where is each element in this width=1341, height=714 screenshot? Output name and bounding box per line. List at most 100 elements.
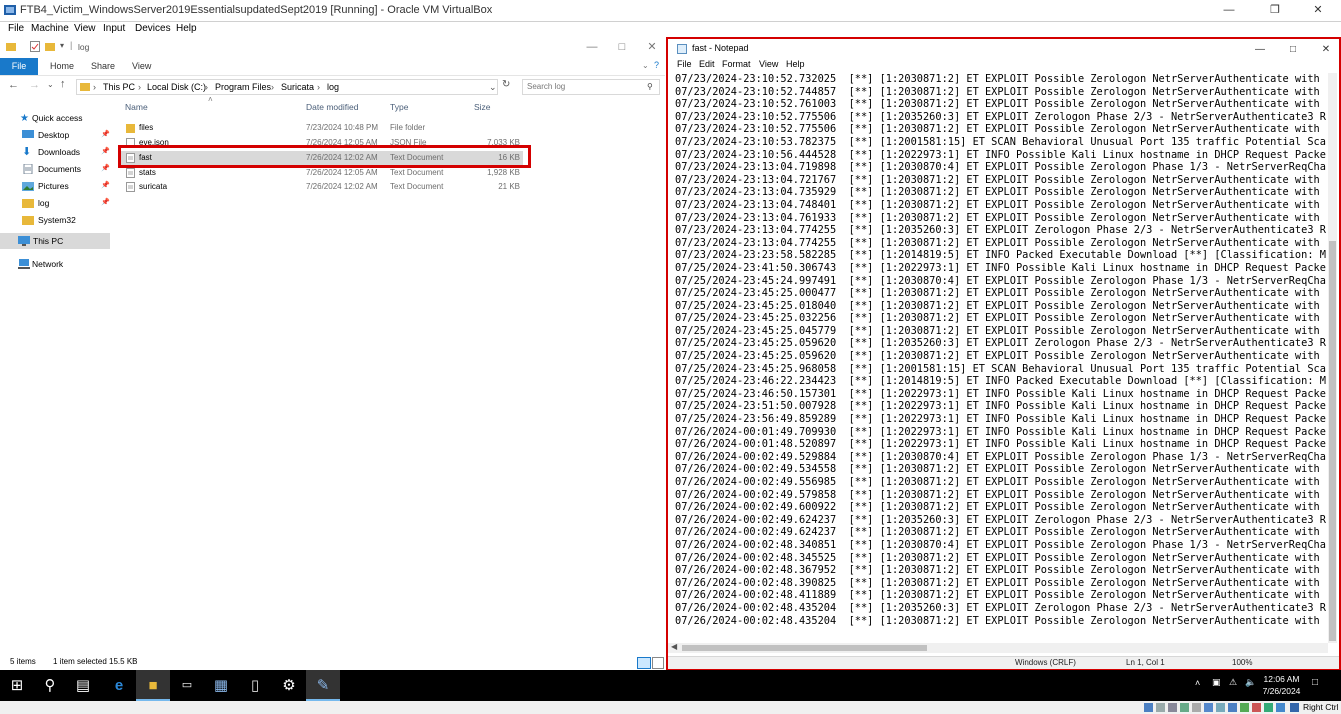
tray-overflow-icon[interactable]: ˄ <box>1195 678 1200 688</box>
display-indicator-icon[interactable] <box>1216 703 1225 712</box>
notepad-menu-format[interactable]: Format <box>722 59 751 69</box>
log-line: 07/25/2024-23:46:50.157301 [**] [1:20229… <box>675 387 1326 400</box>
vbox-close-button[interactable]: ✕ <box>1295 0 1341 21</box>
pictures-icon <box>22 182 34 191</box>
ribbon-tab-share[interactable]: Share <box>91 61 115 71</box>
network-indicator-icon[interactable] <box>1180 703 1189 712</box>
file-row[interactable]: suricata 7/26/2024 12:02 AM Text Documen… <box>118 180 523 194</box>
column-header-size[interactable]: Size <box>474 102 491 112</box>
log-line: 07/26/2024-00:02:48.345525 [**] [1:20308… <box>675 551 1326 564</box>
optical-drive-indicator-icon[interactable] <box>1156 703 1165 712</box>
vbox-menu-file[interactable]: File <box>8 23 24 34</box>
nav-item-documents[interactable]: Documents 📌 <box>8 161 111 177</box>
notepad-taskbar-icon-1[interactable]: ▯ <box>238 670 272 701</box>
breadcrumb-log[interactable]: log <box>327 80 339 94</box>
notification-icon[interactable]: □ <box>1312 677 1318 688</box>
forward-arrow-icon[interactable]: → <box>29 79 40 91</box>
mouse-integration-indicator-icon[interactable] <box>1252 703 1261 712</box>
keyboard-indicator-icon[interactable] <box>1276 703 1285 712</box>
clock[interactable]: 12:06 AM 7/26/2024 <box>1259 673 1304 697</box>
scroll-left-icon[interactable]: ◀ <box>671 642 677 651</box>
nav-quick-access[interactable]: ★ Quick access <box>8 110 111 126</box>
notepad-menu-help[interactable]: Help <box>786 59 805 69</box>
search-input[interactable]: Search log ⚲ <box>522 79 660 95</box>
ribbon-expand-icon[interactable]: ⌄ <box>642 61 649 70</box>
guest-additions-indicator-icon[interactable] <box>1264 703 1273 712</box>
notepad-close-button[interactable]: ✕ <box>1304 39 1341 60</box>
properties-icon[interactable] <box>30 41 40 52</box>
nav-network[interactable]: Network <box>8 256 111 272</box>
file-row[interactable]: files 7/23/2024 10:48 PM File folder <box>118 121 523 135</box>
search-icon[interactable]: ⚲ <box>33 670 67 701</box>
start-button[interactable]: ⊞ <box>0 670 34 701</box>
notepad-title-bar: fast - Notepad — □ ✕ <box>668 39 1339 58</box>
notepad-menu-edit[interactable]: Edit <box>699 59 715 69</box>
nav-item-system32[interactable]: System32 <box>8 212 111 228</box>
notepad-taskbar-icon[interactable]: ✎ <box>306 670 340 701</box>
settings-gear-icon[interactable]: ⚙ <box>272 670 306 701</box>
nav-this-pc[interactable]: This PC <box>0 233 110 249</box>
breadcrumb-this-pc[interactable]: This PC <box>103 80 135 94</box>
log-line: 07/25/2024-23:45:25.000477 [**] [1:20308… <box>675 287 1326 300</box>
hard-disk-indicator-icon[interactable] <box>1144 703 1153 712</box>
vbox-menu-help[interactable]: Help <box>176 23 197 34</box>
command-prompt-icon[interactable]: ▭ <box>170 670 204 701</box>
file-type: Text Document <box>390 168 444 177</box>
back-arrow-icon[interactable]: ← <box>8 79 19 91</box>
log-line: 07/26/2024-00:02:48.340851 [**] [1:20308… <box>675 538 1326 551</box>
quick-toolbar-dropdown-icon[interactable]: ▾ <box>60 41 64 50</box>
edge-browser-icon[interactable]: e <box>102 670 136 701</box>
column-header-name[interactable]: Name <box>125 102 148 112</box>
column-header-type[interactable]: Type <box>390 102 408 112</box>
ribbon-tab-view[interactable]: View <box>132 61 151 71</box>
nav-item-desktop[interactable]: Desktop 📌 <box>8 127 111 143</box>
volume-icon[interactable]: 🔈 <box>1245 677 1256 688</box>
vbox-menu-input[interactable]: Input <box>103 23 125 34</box>
vertical-scroll-thumb[interactable] <box>1329 241 1336 641</box>
refresh-icon[interactable]: ↻ <box>502 79 510 90</box>
vbox-maximize-button[interactable]: ❐ <box>1252 0 1298 21</box>
vbox-menu-devices[interactable]: Devices <box>135 23 171 34</box>
ribbon-file-tab[interactable]: File <box>0 58 38 75</box>
horizontal-scrollbar[interactable]: ◀ <box>668 642 1328 653</box>
notepad-text-area[interactable]: 07/23/2024-23:10:52.732025 [**] [1:20308… <box>675 73 1326 641</box>
address-bar[interactable]: › This PC › Local Disk (C:) › Program Fi… <box>76 79 498 95</box>
usb-indicator-icon[interactable] <box>1192 703 1201 712</box>
column-header-date[interactable]: Date modified <box>306 102 358 112</box>
large-icons-view-icon[interactable] <box>652 657 664 669</box>
security-tray-icon[interactable]: ⚠ <box>1229 677 1237 688</box>
breadcrumb-suricata[interactable]: Suricata <box>281 80 314 94</box>
breadcrumb-local-disk[interactable]: Local Disk (C:) <box>147 80 206 94</box>
nav-label: System32 <box>38 215 76 225</box>
notepad-menu-view[interactable]: View <box>759 59 778 69</box>
notepad-menu-file[interactable]: File <box>677 59 692 69</box>
vbox-menu-machine[interactable]: Machine <box>31 23 69 34</box>
vt-x-indicator-icon[interactable] <box>1240 703 1249 712</box>
new-folder-icon[interactable] <box>45 41 55 51</box>
nav-item-log[interactable]: log 📌 <box>8 195 111 211</box>
file-row[interactable]: stats 7/26/2024 12:05 AM Text Document 1… <box>118 166 523 180</box>
details-view-icon[interactable] <box>637 657 651 669</box>
network-tray-icon[interactable]: ▣ <box>1212 677 1221 688</box>
breadcrumb-program-files[interactable]: Program Files <box>215 80 271 94</box>
up-arrow-icon[interactable]: ↑ <box>60 78 66 90</box>
vbox-minimize-button[interactable]: — <box>1206 0 1252 21</box>
text-file-icon <box>126 182 135 192</box>
nav-item-downloads[interactable]: ⬇ Downloads 📌 <box>8 144 111 160</box>
shared-folders-indicator-icon[interactable] <box>1204 703 1213 712</box>
ribbon-tab-home[interactable]: Home <box>50 61 74 71</box>
horizontal-scroll-thumb[interactable] <box>682 645 927 651</box>
audio-indicator-icon[interactable] <box>1168 703 1177 712</box>
file-explorer-icon[interactable]: ■ <box>136 670 170 701</box>
log-line: 07/25/2024-23:45:25.968058 [**] [1:20015… <box>675 362 1326 375</box>
nav-item-pictures[interactable]: Pictures 📌 <box>8 178 111 194</box>
server-manager-icon[interactable]: ▦ <box>204 670 238 701</box>
vertical-scrollbar[interactable] <box>1328 73 1337 643</box>
recording-indicator-icon[interactable] <box>1228 703 1237 712</box>
vbox-menu-view[interactable]: View <box>74 23 96 34</box>
desktop-icon <box>22 130 34 138</box>
help-icon[interactable]: ? <box>654 60 659 70</box>
recent-locations-icon[interactable]: ⌄ <box>47 80 54 89</box>
address-dropdown-icon[interactable]: ⌄ <box>489 80 497 94</box>
task-view-icon[interactable]: ▤ <box>66 670 100 701</box>
